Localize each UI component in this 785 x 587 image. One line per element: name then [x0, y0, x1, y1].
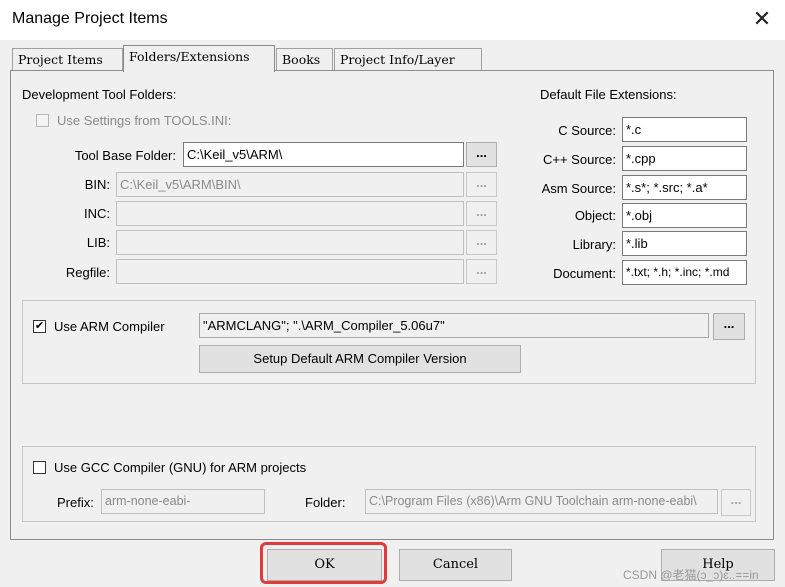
bin-input[interactable]: C:\Keil_v5\ARM\BIN\	[116, 172, 464, 197]
tab-project-info-layer[interactable]: Project Info/Layer	[334, 48, 482, 70]
lib-input[interactable]	[116, 230, 464, 255]
bin-browse-button[interactable]: ...	[466, 172, 497, 197]
regfile-browse-button[interactable]: ...	[466, 259, 497, 284]
tab-project-items[interactable]: Project Items	[12, 48, 123, 70]
setup-default-arm-compiler-button[interactable]: Setup Default ARM Compiler Version	[199, 345, 521, 373]
use-settings-label: Use Settings from TOOLS.INI:	[57, 113, 232, 128]
tool-base-browse-button[interactable]: ...	[466, 142, 497, 167]
extensions-heading: Default File Extensions:	[540, 87, 677, 102]
tab-folders-extensions[interactable]: Folders/Extensions	[123, 45, 275, 72]
ext-c-label: C Source:	[558, 123, 616, 138]
inc-input[interactable]	[116, 201, 464, 226]
cancel-button[interactable]: Cancel	[399, 549, 512, 581]
arm-compiler-browse-button[interactable]: ...	[713, 313, 745, 340]
ext-object-input[interactable]: *.obj	[622, 203, 747, 228]
ext-document-label: Document:	[553, 266, 616, 281]
dev-tools-heading: Development Tool Folders:	[22, 87, 177, 102]
ext-library-input[interactable]: *.lib	[622, 231, 747, 256]
prefix-label: Prefix:	[57, 495, 94, 510]
folder-label: Folder:	[305, 495, 346, 510]
ext-cpp-input[interactable]: *.cpp	[622, 146, 747, 171]
tool-base-input[interactable]: C:\Keil_v5\ARM\	[183, 142, 464, 167]
use-arm-compiler-label: Use ARM Compiler	[54, 319, 165, 334]
ok-highlight-box	[260, 542, 387, 584]
window-title: Manage Project Items	[12, 10, 168, 27]
regfile-label: Regfile:	[65, 265, 110, 280]
tab-books[interactable]: Books	[276, 48, 333, 70]
inc-label: INC:	[84, 206, 110, 221]
use-arm-compiler-checkbox[interactable]: ✔	[33, 320, 46, 333]
gcc-folder-browse-button[interactable]: ...	[721, 489, 751, 516]
ext-object-label: Object:	[574, 208, 616, 223]
arm-compiler-version-field[interactable]: "ARMCLANG"; ".\ARM_Compiler_5.06u7"	[199, 313, 709, 338]
close-icon[interactable]: ✕	[748, 6, 776, 34]
lib-browse-button[interactable]: ...	[466, 230, 497, 255]
ext-document-input[interactable]: *.txt; *.h; *.inc; *.md	[622, 260, 747, 285]
inc-browse-button[interactable]: ...	[466, 201, 497, 226]
watermark: CSDN @老猫(ɔ_ɔ)ɛ..==in	[623, 568, 759, 582]
tool-base-label: Tool Base Folder:	[74, 148, 176, 163]
lib-label: LIB:	[86, 235, 110, 250]
bin-label: BIN:	[84, 177, 110, 192]
ext-cpp-label: C++ Source:	[543, 152, 616, 167]
ext-c-input[interactable]: *.c	[622, 117, 747, 142]
use-gcc-label: Use GCC Compiler (GNU) for ARM projects	[54, 460, 307, 475]
ext-asm-input[interactable]: *.s*; *.src; *.a*	[622, 175, 747, 200]
ext-library-label: Library:	[572, 237, 616, 252]
regfile-input[interactable]	[116, 259, 464, 284]
gcc-folder-input[interactable]: C:\Program Files (x86)\Arm GNU Toolchain…	[365, 489, 718, 514]
use-gcc-checkbox[interactable]	[33, 461, 46, 474]
ext-asm-label: Asm Source:	[541, 181, 616, 196]
prefix-input[interactable]: arm-none-eabi-	[101, 489, 265, 514]
use-settings-checkbox[interactable]	[36, 114, 49, 127]
